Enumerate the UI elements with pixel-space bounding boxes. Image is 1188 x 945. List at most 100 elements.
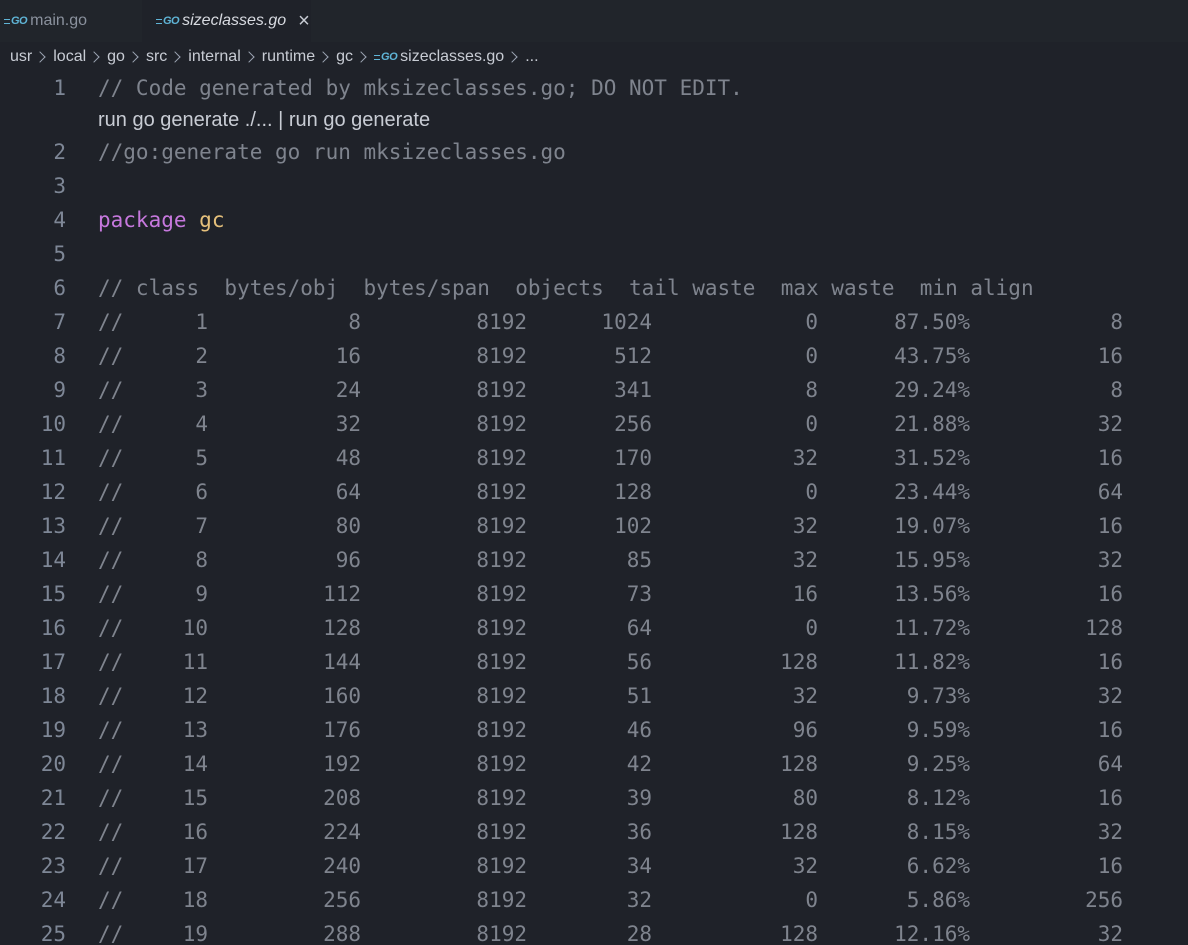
cell-min-align: 8 bbox=[1110, 310, 1123, 334]
breadcrumb-item-runtime[interactable]: runtime bbox=[262, 48, 315, 66]
cell-class: 6 bbox=[195, 480, 208, 504]
cell-objects: 46 bbox=[626, 718, 652, 742]
cell-class: 17 bbox=[182, 854, 208, 878]
code-line[interactable]: 3 bbox=[0, 169, 1188, 203]
table-row[interactable]: 25 // 19 288 8192 28 128 12.16% 32 bbox=[0, 917, 1188, 945]
cell-min-align: 16 bbox=[1097, 786, 1123, 810]
table-row[interactable]: 14 // 8 96 8192 85 32 15.95% 32 bbox=[0, 543, 1188, 577]
cell-max-waste: 9.59% bbox=[906, 718, 970, 742]
breadcrumb-item-gc[interactable]: gc bbox=[336, 48, 353, 66]
code-editor[interactable]: 1 // Code generated by mksizeclasses.go;… bbox=[0, 71, 1188, 945]
comment-marker: // bbox=[98, 650, 124, 674]
breadcrumb-item-file[interactable]: sizeclasses.go bbox=[400, 48, 504, 66]
line-number: 16 bbox=[40, 616, 66, 640]
breadcrumb: usr local go src internal runtime gc GO … bbox=[10, 44, 539, 70]
table-row[interactable]: 16 // 10 128 8192 64 0 11.72% 128 bbox=[0, 611, 1188, 645]
table-row[interactable]: 12 // 6 64 8192 128 0 23.44% 64 bbox=[0, 475, 1188, 509]
line-number: 6 bbox=[53, 276, 66, 300]
close-icon[interactable]: × bbox=[298, 11, 310, 31]
code-line[interactable]: 5 bbox=[0, 237, 1188, 271]
cell-max-waste: 8.12% bbox=[906, 786, 970, 810]
cell-tail-waste: 16 bbox=[792, 582, 818, 606]
breadcrumb-item-local[interactable]: local bbox=[53, 48, 86, 66]
chevron-right-icon bbox=[317, 51, 329, 63]
code-line[interactable]: 1 // Code generated by mksizeclasses.go;… bbox=[0, 71, 1188, 105]
cell-bytes-obj: 240 bbox=[323, 854, 361, 878]
table-row[interactable]: 17 // 11 144 8192 56 128 11.82% 16 bbox=[0, 645, 1188, 679]
cell-max-waste: 43.75% bbox=[894, 344, 970, 368]
cell-class: 15 bbox=[182, 786, 208, 810]
table-row[interactable]: 8 // 2 16 8192 512 0 43.75% 16 bbox=[0, 339, 1188, 373]
cell-bytes-span: 8192 bbox=[476, 922, 527, 945]
table-row[interactable]: 24 // 18 256 8192 32 0 5.86% 256 bbox=[0, 883, 1188, 917]
comment-marker: // bbox=[98, 718, 124, 742]
line-number: 19 bbox=[40, 718, 66, 742]
table-row[interactable]: 9 // 3 24 8192 341 8 29.24% 8 bbox=[0, 373, 1188, 407]
breadcrumb-item-usr[interactable]: usr bbox=[10, 48, 32, 66]
cell-max-waste: 87.50% bbox=[894, 310, 970, 334]
table-row[interactable]: 18 // 12 160 8192 51 32 9.73% 32 bbox=[0, 679, 1188, 713]
table-row[interactable]: 19 // 13 176 8192 46 96 9.59% 16 bbox=[0, 713, 1188, 747]
cell-min-align: 16 bbox=[1097, 854, 1123, 878]
chevron-right-icon bbox=[243, 51, 255, 63]
cell-class: 18 bbox=[182, 888, 208, 912]
breadcrumb-item-more[interactable]: ... bbox=[525, 48, 538, 66]
cell-objects: 64 bbox=[626, 616, 652, 640]
cell-max-waste: 31.52% bbox=[894, 446, 970, 470]
line-number: 11 bbox=[40, 446, 66, 470]
table-row[interactable]: 22 // 16 224 8192 36 128 8.15% 32 bbox=[0, 815, 1188, 849]
cell-min-align: 16 bbox=[1097, 446, 1123, 470]
tab-sizeclasses-go[interactable]: GO sizeclasses.go × bbox=[142, 0, 311, 42]
line-number: 7 bbox=[53, 310, 66, 334]
cell-class: 13 bbox=[182, 718, 208, 742]
cell-bytes-span: 8192 bbox=[476, 616, 527, 640]
cell-tail-waste: 8 bbox=[805, 378, 818, 402]
table-row[interactable]: 21 // 15 208 8192 39 80 8.12% 16 bbox=[0, 781, 1188, 815]
line-number: 9 bbox=[53, 378, 66, 402]
cell-tail-waste: 128 bbox=[780, 922, 818, 945]
table-row[interactable]: 13 // 7 80 8192 102 32 19.07% 16 bbox=[0, 509, 1188, 543]
go-file-icon: GO bbox=[374, 51, 398, 63]
table-row[interactable]: 20 // 14 192 8192 42 128 9.25% 64 bbox=[0, 747, 1188, 781]
table-row[interactable]: 10 // 4 32 8192 256 0 21.88% 32 bbox=[0, 407, 1188, 441]
line-number: 12 bbox=[40, 480, 66, 504]
cell-min-align: 16 bbox=[1097, 582, 1123, 606]
breadcrumb-item-go[interactable]: go bbox=[107, 48, 125, 66]
code-line[interactable]: 6 // class bytes/obj bytes/span objects … bbox=[0, 271, 1188, 305]
table-header-comment: // class bytes/obj bytes/span objects ta… bbox=[98, 276, 1034, 300]
table-row[interactable]: 7 // 1 8 8192 1024 0 87.50% 8 bbox=[0, 305, 1188, 339]
comment-marker: // bbox=[98, 616, 124, 640]
cell-min-align: 32 bbox=[1097, 922, 1123, 945]
table-row[interactable]: 23 // 17 240 8192 34 32 6.62% 16 bbox=[0, 849, 1188, 883]
comment-marker: // bbox=[98, 854, 124, 878]
breadcrumb-item-src[interactable]: src bbox=[146, 48, 167, 66]
cell-class: 1 bbox=[195, 310, 208, 334]
cell-tail-waste: 0 bbox=[805, 888, 818, 912]
table-row[interactable]: 15 // 9 112 8192 73 16 13.56% 16 bbox=[0, 577, 1188, 611]
codelens-run-go-generate[interactable]: run go generate ./... | run go generate bbox=[98, 105, 430, 135]
cell-bytes-obj: 112 bbox=[323, 582, 361, 606]
comment-marker: // bbox=[98, 310, 124, 334]
cell-tail-waste: 0 bbox=[805, 412, 818, 436]
cell-objects: 1024 bbox=[601, 310, 652, 334]
cell-class: 12 bbox=[182, 684, 208, 708]
cell-tail-waste: 32 bbox=[792, 854, 818, 878]
cell-min-align: 64 bbox=[1097, 480, 1123, 504]
cell-tail-waste: 0 bbox=[805, 616, 818, 640]
cell-bytes-obj: 16 bbox=[335, 344, 361, 368]
breadcrumb-item-internal[interactable]: internal bbox=[188, 48, 240, 66]
tab-main-go[interactable]: GO main.go bbox=[0, 0, 142, 42]
cell-max-waste: 11.72% bbox=[894, 616, 970, 640]
cell-objects: 85 bbox=[626, 548, 652, 572]
cell-bytes-span: 8192 bbox=[476, 412, 527, 436]
code-line[interactable]: 2 //go:generate go run mksizeclasses.go bbox=[0, 135, 1188, 169]
cell-min-align: 16 bbox=[1097, 344, 1123, 368]
cell-class: 5 bbox=[195, 446, 208, 470]
cell-max-waste: 13.56% bbox=[894, 582, 970, 606]
cell-max-waste: 5.86% bbox=[906, 888, 970, 912]
cell-objects: 256 bbox=[614, 412, 652, 436]
table-row[interactable]: 11 // 5 48 8192 170 32 31.52% 16 bbox=[0, 441, 1188, 475]
code-line[interactable]: 4 package gc bbox=[0, 203, 1188, 237]
cell-tail-waste: 0 bbox=[805, 480, 818, 504]
cell-bytes-span: 8192 bbox=[476, 820, 527, 844]
